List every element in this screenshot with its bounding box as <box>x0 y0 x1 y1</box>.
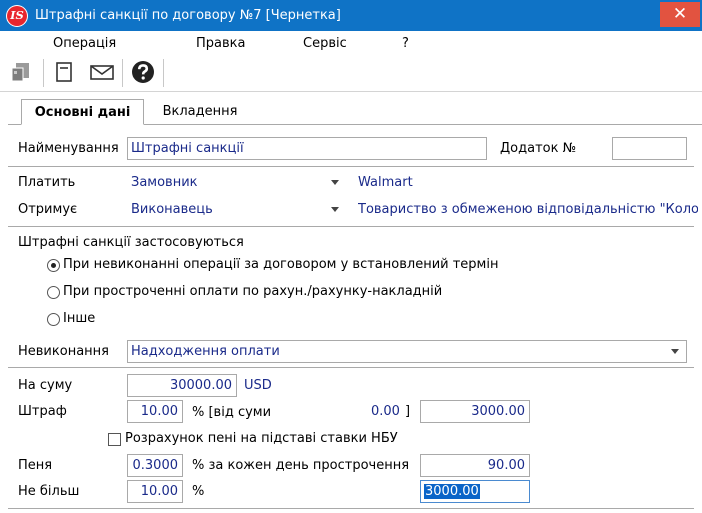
fine-amount-input[interactable]: 3000.00 <box>420 400 530 423</box>
menu-bar: Операція Правка Сервіс ? <box>0 31 702 55</box>
max-percent-sign: % <box>192 484 205 499</box>
radio-late-payment[interactable] <box>47 286 60 299</box>
fine-bracket: ] <box>405 404 411 419</box>
radio-late-payment-label: При простроченні оплати по рахун./рахунк… <box>63 284 443 299</box>
penalty-sanctions-window: IS Штрафні санкції по договору №7 [Черне… <box>0 0 702 513</box>
payer-select[interactable]: Замовник <box>127 171 347 194</box>
fine-label: Штраф <box>18 404 67 419</box>
toolbar-divider <box>0 91 702 92</box>
app-logo-icon: IS <box>6 5 28 27</box>
help-icon[interactable] <box>129 57 157 87</box>
chevron-down-icon <box>331 180 339 185</box>
nbu-rate-checkbox[interactable] <box>108 433 121 446</box>
radio-other[interactable] <box>47 313 60 326</box>
nbu-rate-checkbox-label: Розрахунок пені на підставі ставки НБУ <box>125 431 398 446</box>
toolbar-separator <box>163 59 164 87</box>
radio-nonfulfillment-label: При невиконанні операції за договором у … <box>63 257 499 272</box>
menu-help[interactable]: ? <box>402 36 409 51</box>
name-label: Найменування <box>18 141 119 156</box>
receiver-label: Отримує <box>18 202 78 217</box>
appendix-input[interactable] <box>612 137 687 160</box>
document-icon[interactable] <box>50 57 78 87</box>
name-input[interactable]: Штрафні санкції <box>127 137 487 160</box>
chevron-down-icon <box>331 207 339 212</box>
max-amount-input[interactable]: 3000.00 <box>420 480 530 503</box>
max-label: Не більш <box>18 484 80 499</box>
fine-percent-input[interactable]: 10.00 <box>127 400 183 423</box>
section-divider <box>8 226 694 227</box>
toolbar-separator <box>43 59 44 87</box>
menu-operation[interactable]: Операція <box>53 36 116 51</box>
title-bar: IS Штрафні санкції по договору №7 [Черне… <box>0 0 702 31</box>
fine-base-value: 0.00 <box>371 404 400 419</box>
payer-organization: Walmart <box>358 175 413 190</box>
receiver-select-value: Виконавець <box>131 202 213 217</box>
toolbar <box>0 55 702 91</box>
receiver-select[interactable]: Виконавець <box>127 198 347 221</box>
section-divider <box>8 166 694 167</box>
envelope-icon[interactable] <box>88 57 116 87</box>
nonfulfillment-select[interactable]: Надходження оплати <box>127 340 687 363</box>
penalty-text: % за кожен день прострочення <box>192 458 410 473</box>
section-divider <box>8 508 694 509</box>
window-title: Штрафні санкції по договору №7 [Чернетка… <box>35 8 341 23</box>
nonfulfillment-select-value: Надходження оплати <box>131 344 280 359</box>
close-button[interactable]: ✕ <box>660 2 700 27</box>
fine-percent-text: % [від суми <box>192 405 272 420</box>
tab-attachments[interactable]: Вкладення <box>146 99 254 125</box>
payer-label: Платить <box>18 175 76 190</box>
attach-docs-icon[interactable] <box>8 57 36 87</box>
penalty-amount-input[interactable]: 90.00 <box>420 454 530 477</box>
penalty-label: Пеня <box>18 458 53 473</box>
nonfulfillment-label: Невиконання <box>18 344 109 359</box>
sum-input[interactable]: 30000.00 <box>127 374 237 397</box>
appendix-label: Додаток № <box>500 141 577 156</box>
payer-select-value: Замовник <box>131 175 198 190</box>
sum-label: На суму <box>18 378 73 393</box>
currency-label: USD <box>244 378 272 393</box>
max-amount-selected-text: 3000.00 <box>424 484 480 499</box>
chevron-down-icon <box>671 349 679 354</box>
section-divider <box>8 367 694 368</box>
radio-nonfulfillment[interactable] <box>47 259 60 272</box>
receiver-organization: Товариство з обмеженою відповідальністю … <box>358 202 698 217</box>
penalty-percent-input[interactable]: 0.3000 <box>127 454 183 477</box>
max-percent-input[interactable]: 10.00 <box>127 480 183 503</box>
radio-other-label: Інше <box>63 311 96 326</box>
tab-main-data[interactable]: Основні дані <box>21 99 144 125</box>
sanctions-apply-label: Штрафні санкції застосовуються <box>18 235 244 250</box>
menu-edit[interactable]: Правка <box>196 36 245 51</box>
toolbar-separator <box>122 59 123 87</box>
menu-service[interactable]: Сервіс <box>303 36 347 51</box>
